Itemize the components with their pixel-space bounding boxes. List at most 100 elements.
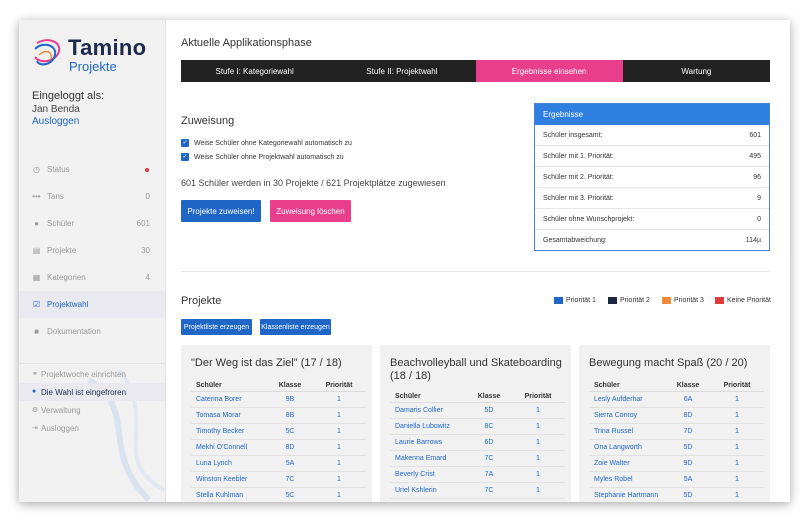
student-name[interactable]: Makenna Emard xyxy=(395,455,446,462)
student-name[interactable]: Timothy Becker xyxy=(196,428,244,435)
grid-icon: ▦ xyxy=(32,273,41,282)
table-row[interactable]: Tomasa Morar 8B 1 xyxy=(191,408,366,424)
student-class: 8C xyxy=(484,423,494,430)
student-name[interactable]: Laurie Barrows xyxy=(395,439,442,446)
sidebar-item-tans[interactable]: ••• Tans 0 xyxy=(19,183,165,210)
table-row[interactable]: Zoie Walter 9D 1 xyxy=(589,456,764,472)
student-name[interactable]: Ona Langworth xyxy=(594,444,642,451)
checkbox-row-projektwahl[interactable]: ✓ Weise Schüler ohne Projektwahl automat… xyxy=(181,153,344,161)
user-name: Jan Benda xyxy=(32,104,80,115)
table-row[interactable]: Daniella Lubowitz 8C 1 xyxy=(390,419,565,435)
column-header-klasse: Klasse xyxy=(676,382,700,389)
student-name[interactable]: Daniella Lubowitz xyxy=(395,423,450,430)
sidebar-item-verwaltung[interactable]: ⚙ Verwaltung xyxy=(19,401,165,419)
assign-projects-button[interactable]: Projekte zuweisen! xyxy=(181,200,261,222)
student-priority: 1 xyxy=(536,471,540,478)
student-name[interactable]: Sierra Conroy xyxy=(594,412,637,419)
logo[interactable]: Tamino Projekte xyxy=(31,35,161,75)
camera-icon: ■ xyxy=(34,327,39,336)
sidebar-item-dokumentation[interactable]: ■ Dokumentation xyxy=(19,318,165,345)
table-row[interactable]: Beverly Crist 7A 1 xyxy=(390,467,565,483)
assignment-summary: 601 Schüler werden in 30 Projekte / 621 … xyxy=(181,178,446,188)
student-priority: 1 xyxy=(536,407,540,414)
logo-swirl-icon xyxy=(34,39,61,66)
table-row[interactable]: Ona Langworth 5D 1 xyxy=(589,440,764,456)
student-name[interactable]: Caterina Borer xyxy=(196,396,242,403)
sidebar-item-ausloggen[interactable]: ⇥ Ausloggen xyxy=(19,419,165,437)
legend-label: Priorität 3 xyxy=(674,297,704,304)
student-class: 5D xyxy=(484,407,494,414)
legend-priority-2: Priorität 2 xyxy=(608,297,650,304)
sidebar-item-schueler[interactable]: ● Schüler 601 xyxy=(19,210,165,237)
project-card-title: Beachvolleyball und Skateboarding (18 / … xyxy=(390,357,562,382)
table-row[interactable]: Winston Keebler 7C 1 xyxy=(191,472,366,488)
student-name[interactable]: Myles Robel xyxy=(594,476,633,483)
table-row[interactable]: Stephanie Hartmann 5D 1 xyxy=(589,488,764,502)
delete-assignment-button[interactable]: Zuweisung löschen xyxy=(270,200,351,222)
assignment-title: Zuweisung xyxy=(181,115,235,127)
sidebar-item-projektwahl[interactable]: ☑ Projektwahl xyxy=(19,291,165,318)
table-header-row: Schüler Klasse Priorität xyxy=(589,378,764,392)
table-row[interactable]: Caterina Borer 9B 1 xyxy=(191,392,366,408)
logout-link[interactable]: Ausloggen xyxy=(32,116,79,127)
student-name[interactable]: Damaris Collier xyxy=(395,407,443,414)
project-list-button[interactable]: Projektliste erzeugen xyxy=(181,319,252,335)
column-header-klasse: Klasse xyxy=(278,382,302,389)
student-name[interactable]: Mekhi O'Connell xyxy=(196,444,247,451)
table-row[interactable]: Mekhi O'Connell 8D 1 xyxy=(191,440,366,456)
table-row[interactable]: Myles Robel 5A 1 xyxy=(589,472,764,488)
table-row[interactable]: Damaris Collier 5D 1 xyxy=(390,403,565,419)
results-label: Schüler mit 1. Priorität: xyxy=(543,153,614,160)
student-priority: 1 xyxy=(536,455,540,462)
table-row[interactable]: Luna Lynch 5A 1 xyxy=(191,456,366,472)
student-priority: 1 xyxy=(337,412,341,419)
student-name[interactable]: Winston Keebler xyxy=(196,476,247,483)
student-priority: 1 xyxy=(337,444,341,451)
sidebar-item-projektwoche-einrichten[interactable]: ⚭ Projektwoche einrichten xyxy=(19,365,165,383)
student-priority: 1 xyxy=(735,444,739,451)
tab-stufe-1[interactable]: Stufe I: Kategoriewahl xyxy=(181,60,329,82)
table-row[interactable]: Timothy Becker 5C 1 xyxy=(191,424,366,440)
sidebar-sub-nav: ⚭ Projektwoche einrichten ● Die Wahl ist… xyxy=(19,365,165,437)
tab-ergebnisse[interactable]: Ergebnisse einsehen xyxy=(475,60,623,82)
sidebar-item-projekte[interactable]: ▤ Projekte 30 xyxy=(19,237,165,264)
table-row[interactable]: Trina Russel 7D 1 xyxy=(589,424,764,440)
student-name[interactable]: Tomasa Morar xyxy=(196,412,241,419)
sidebar-item-kategorien[interactable]: ▦ Kategorien 4 xyxy=(19,264,165,291)
student-class: 6A xyxy=(683,396,693,403)
results-value: 495 xyxy=(749,153,761,160)
student-name[interactable]: Beverly Crist xyxy=(395,471,435,478)
table-row[interactable]: Laurie Barrows 6D 1 xyxy=(390,435,565,451)
student-name[interactable]: Zoie Walter xyxy=(594,460,630,467)
student-name[interactable]: Stella Kuhlman xyxy=(196,492,243,499)
tab-wartung[interactable]: Wartung xyxy=(622,60,770,82)
legend-no-priority: Keine Priorität xyxy=(715,297,771,304)
student-name[interactable]: Uriel Kshlerin xyxy=(395,487,437,494)
sidebar-item-wahl-eingefroren[interactable]: ● Die Wahl ist eingefroren xyxy=(19,383,165,401)
results-value: 601 xyxy=(749,132,761,139)
table-row[interactable]: Stella Kuhlman 5C 1 xyxy=(191,488,366,502)
results-value: 9 xyxy=(757,195,761,202)
table-row[interactable]: Makenna Emard 7C 1 xyxy=(390,451,565,467)
checkbox-checked-icon[interactable]: ✓ xyxy=(181,139,189,147)
table-row[interactable]: Uriel Kshlerin 7C 1 xyxy=(390,483,565,499)
projects-title: Projekte xyxy=(181,295,222,307)
sidebar-item-status[interactable]: ◷ Status xyxy=(19,156,165,183)
student-priority: 1 xyxy=(337,476,341,483)
student-priority: 1 xyxy=(337,428,341,435)
student-priority: 1 xyxy=(735,396,739,403)
student-name[interactable]: Trina Russel xyxy=(594,428,633,435)
table-row[interactable]: Sierra Conroy 8D 1 xyxy=(589,408,764,424)
tab-stufe-2[interactable]: Stufe II: Projektwahl xyxy=(328,60,476,82)
class-list-button[interactable]: Klassenliste erzeugen xyxy=(260,319,331,335)
student-priority: 1 xyxy=(735,476,739,483)
checkbox-row-kategoriewahl[interactable]: ✓ Weise Schüler ohne Kategoriewahl autom… xyxy=(181,139,352,147)
student-name[interactable]: Stephanie Hartmann xyxy=(594,492,658,499)
student-name[interactable]: Luna Lynch xyxy=(196,460,232,467)
student-priority: 1 xyxy=(337,492,341,499)
logo-subtitle: Projekte xyxy=(69,59,117,74)
table-row[interactable]: Lesly Aufderhar 6A 1 xyxy=(589,392,764,408)
legend-priority-3: Priorität 3 xyxy=(662,297,704,304)
checkbox-checked-icon[interactable]: ✓ xyxy=(181,153,189,161)
student-name[interactable]: Lesly Aufderhar xyxy=(594,396,643,403)
